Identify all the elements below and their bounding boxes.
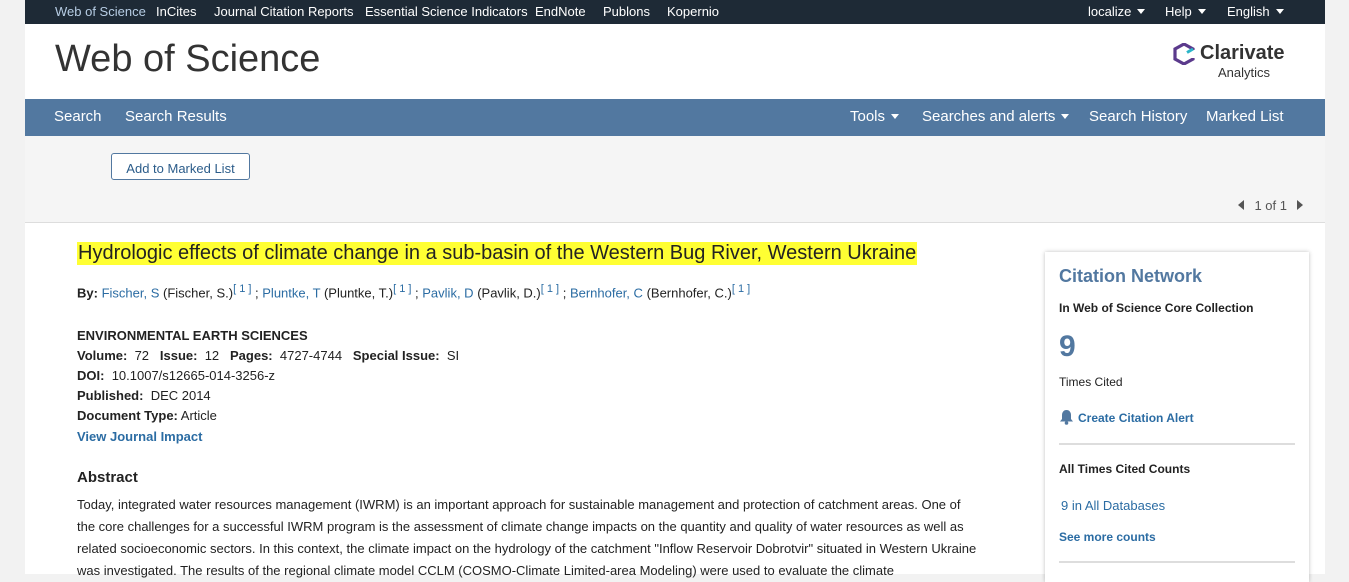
product-web-of-science[interactable]: Web of Science xyxy=(55,4,146,19)
create-citation-alert-link[interactable]: Create Citation Alert xyxy=(1059,409,1194,425)
nav-tools[interactable]: Tools xyxy=(850,108,900,125)
nav-searches-alerts[interactable]: Searches and alerts xyxy=(922,108,1070,125)
site-title[interactable]: Web of Science xyxy=(55,38,320,81)
published-value: DEC 2014 xyxy=(150,388,211,403)
by-label: By: xyxy=(77,285,98,301)
localize-menu[interactable]: localize xyxy=(1088,4,1146,19)
logo-subtitle: Analytics xyxy=(1218,65,1271,80)
help-menu[interactable]: Help xyxy=(1165,4,1206,19)
document-type-value: Article xyxy=(180,408,217,423)
author-link[interactable]: Pluntke, T xyxy=(262,285,320,300)
doi-value: 10.1007/s12665-014-3256-z xyxy=(111,368,276,383)
add-to-marked-list-button[interactable]: Add to Marked List xyxy=(111,153,250,180)
product-esi[interactable]: Essential Science Indicators xyxy=(365,4,528,19)
volume-issue-line: Volume: 72 Issue: 12 Pages: 4727-4744 Sp… xyxy=(77,348,459,363)
document-type-label: Document Type: xyxy=(77,408,178,423)
pages-value: 4727-4744 xyxy=(279,348,343,363)
published-line: Published: DEC 2014 xyxy=(77,388,211,403)
clarivate-logo[interactable]: Clarivate Analytics xyxy=(1173,42,1293,84)
main-nav: Search Search Results Tools Searches and… xyxy=(25,99,1325,136)
bell-icon xyxy=(1060,410,1073,425)
author-fullname: (Pluntke, T.) xyxy=(323,285,394,301)
caret-down-icon xyxy=(1275,9,1284,14)
nav-search[interactable]: Search xyxy=(54,108,102,125)
author-ref[interactable]: [ 1 ] xyxy=(541,283,559,295)
nav-tools-label: Tools xyxy=(850,108,886,125)
author-fullname: (Fischer, S.) xyxy=(163,285,234,301)
doi-label: DOI: xyxy=(77,368,105,383)
product-publons[interactable]: Publons xyxy=(603,4,650,19)
issue-label: Issue: xyxy=(159,348,198,363)
nav-search-results[interactable]: Search Results xyxy=(125,108,227,125)
nav-marked-list[interactable]: Marked List xyxy=(1206,108,1284,125)
view-journal-impact-link[interactable]: View Journal Impact xyxy=(77,429,202,444)
document-type-line: Document Type: Article xyxy=(77,408,217,423)
volume-value: 72 xyxy=(134,348,150,363)
caret-down-icon xyxy=(1061,114,1070,119)
logo-name: Clarivate xyxy=(1200,42,1285,64)
divider xyxy=(1059,561,1295,563)
published-label: Published: xyxy=(77,388,144,403)
core-collection-label: In Web of Science Core Collection xyxy=(1059,301,1254,315)
language-menu[interactable]: English xyxy=(1227,4,1284,19)
prev-arrow-icon[interactable] xyxy=(1238,200,1245,210)
record-pager: 1 of 1 xyxy=(1238,198,1303,213)
pager-text: 1 of 1 xyxy=(1254,198,1287,213)
caret-down-icon xyxy=(1197,9,1206,14)
product-endnote[interactable]: EndNote xyxy=(535,4,586,19)
special-issue-label: Special Issue: xyxy=(352,348,440,363)
caret-down-icon xyxy=(891,114,900,119)
author-link[interactable]: Pavlik, D xyxy=(422,285,473,300)
page-frame: Web of Science InCites Journal Citation … xyxy=(25,0,1325,582)
author-fullname: (Pavlik, D.) xyxy=(477,285,541,301)
times-cited-count[interactable]: 9 xyxy=(1059,330,1076,364)
product-bar: Web of Science InCites Journal Citation … xyxy=(25,0,1325,24)
nav-search-history[interactable]: Search History xyxy=(1089,108,1187,125)
issue-value: 12 xyxy=(204,348,220,363)
citation-network-panel: Citation Network In Web of Science Core … xyxy=(1045,252,1309,582)
product-jcr[interactable]: Journal Citation Reports xyxy=(214,4,353,19)
pages-label: Pages: xyxy=(230,348,273,363)
citation-network-title: Citation Network xyxy=(1059,266,1203,286)
doi-line: DOI: 10.1007/s12665-014-3256-z xyxy=(77,368,275,383)
product-kopernio[interactable]: Kopernio xyxy=(667,4,719,19)
journal-name: ENVIRONMENTAL EARTH SCIENCES xyxy=(77,328,308,343)
divider xyxy=(1059,443,1295,445)
all-times-cited-heading: All Times Cited Counts xyxy=(1059,462,1191,476)
abstract-heading: Abstract xyxy=(77,469,138,486)
author-link[interactable]: Bernhofer, C xyxy=(570,285,643,300)
localize-label: localize xyxy=(1088,4,1132,19)
help-label: Help xyxy=(1165,4,1192,19)
author-ref[interactable]: [ 1 ] xyxy=(393,283,411,295)
clarivate-logo-icon xyxy=(1173,43,1195,65)
special-issue-value: SI xyxy=(446,348,460,363)
see-more-counts-link[interactable]: See more counts xyxy=(1059,530,1156,544)
record-title: Hydrologic effects of climate change in … xyxy=(77,242,918,265)
nav-searches-alerts-label: Searches and alerts xyxy=(922,108,1056,125)
author-ref[interactable]: [ 1 ] xyxy=(233,283,251,295)
author-ref[interactable]: [ 1 ] xyxy=(732,283,750,295)
volume-label: Volume: xyxy=(77,348,128,363)
abstract-text: Today, integrated water resources manage… xyxy=(77,497,977,578)
author-list: By: Fischer, S (Fischer, S.)[ 1 ] ; Plun… xyxy=(77,283,751,301)
author-link[interactable]: Fischer, S xyxy=(102,285,160,300)
product-incites[interactable]: InCites xyxy=(156,4,196,19)
times-cited-label: Times Cited xyxy=(1059,375,1123,389)
author-fullname: (Bernhofer, C.) xyxy=(646,285,732,301)
create-citation-alert-label: Create Citation Alert xyxy=(1078,411,1194,425)
record-toolbar: Add to Marked List 1 of 1 xyxy=(25,136,1325,223)
next-arrow-icon[interactable] xyxy=(1297,200,1303,210)
language-label: English xyxy=(1227,4,1270,19)
caret-down-icon xyxy=(1137,9,1146,14)
all-databases-count-link[interactable]: 9 in All Databases xyxy=(1061,498,1165,513)
